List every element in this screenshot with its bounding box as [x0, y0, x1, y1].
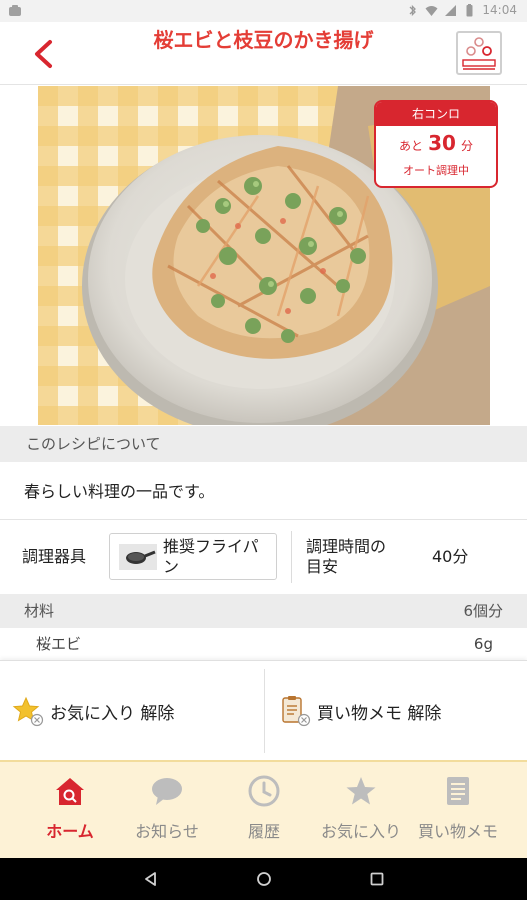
remaining-prefix: あと — [398, 139, 423, 153]
back-button[interactable] — [24, 34, 64, 74]
tab-shopping-memo[interactable]: 買い物メモ — [408, 762, 508, 858]
remaining-minutes: 30 — [428, 131, 456, 155]
shopping-memo-remove-icon — [282, 696, 311, 727]
ingredients-title: 材料 — [24, 602, 55, 620]
remaining-time: あと 30 分 — [376, 126, 496, 162]
favorite-remove-icon — [12, 696, 44, 727]
bottom-tab-bar: ホーム お知らせ 履歴 お気に入り 買い物メモ — [0, 760, 527, 858]
ingredient-amount: 6g — [473, 635, 493, 653]
recommended-pan-label: 推奨フライパン — [163, 537, 259, 576]
ingredient-row: 桜エビ 6g — [0, 628, 527, 660]
tab-favorites[interactable]: お気に入り — [311, 762, 411, 858]
remove-favorite-label: お気に入り 解除 — [50, 703, 175, 724]
tab-favorites-label: お気に入り — [320, 822, 401, 841]
bluetooth-icon — [409, 4, 417, 16]
notification-icon — [9, 5, 21, 16]
cooking-time-label: 調理時間の目安 — [306, 537, 387, 576]
about-description: 春らしい料理の一品です。 — [0, 462, 527, 520]
app-header: 桜エビと枝豆のかき揚げ — [0, 22, 527, 85]
recommended-pan-button[interactable]: 推奨フライパン — [109, 533, 277, 580]
ingredients-servings: 6個分 — [463, 602, 503, 620]
cooktop-status-button[interactable] — [456, 31, 502, 75]
ingredient-name: 桜エビ — [36, 635, 82, 653]
remove-shopping-memo-label: 買い物メモ 解除 — [317, 703, 442, 724]
remove-favorite-button[interactable]: お気に入り 解除 — [0, 661, 264, 761]
home-icon — [56, 778, 84, 805]
ingredients-heading: 材料 6個分 — [0, 594, 527, 628]
tab-shopping-memo-label: 買い物メモ — [417, 822, 498, 841]
burner-label: 右コンロ — [376, 102, 496, 126]
about-heading: このレシピについて — [0, 426, 527, 462]
tab-home[interactable]: ホーム — [20, 762, 120, 858]
signal-icon — [445, 4, 457, 16]
remove-shopping-memo-button[interactable]: 買い物メモ 解除 — [265, 661, 527, 761]
remaining-unit: 分 — [461, 139, 474, 153]
tab-history-label: 履歴 — [247, 822, 280, 841]
action-bar: お気に入り 解除 買い物メモ 解除 — [0, 660, 527, 760]
status-bar: 14:04 — [0, 0, 527, 22]
divider — [291, 531, 292, 583]
frying-pan-icon — [119, 544, 157, 570]
memo-icon — [447, 777, 469, 805]
cooking-time-value: 40分 — [432, 547, 469, 566]
wifi-icon — [425, 5, 438, 16]
cooktop-icon — [462, 37, 496, 70]
page-title: 桜エビと枝豆のかき揚げ — [153, 28, 374, 52]
home-circle-icon[interactable] — [254, 869, 274, 889]
auto-cooking-timer-badge: 右コンロ あと 30 分 オート調理中 — [374, 100, 498, 188]
back-triangle-icon[interactable] — [141, 869, 161, 889]
speech-bubble-icon — [152, 778, 182, 805]
recents-square-icon[interactable] — [367, 869, 387, 889]
tab-news[interactable]: お知らせ — [117, 762, 217, 858]
star-icon — [346, 777, 376, 805]
cookware-label: 調理器具 — [22, 547, 87, 566]
tab-news-label: お知らせ — [135, 822, 199, 841]
battery-icon — [466, 3, 473, 16]
chevron-left-icon — [35, 40, 52, 68]
tab-home-label: ホーム — [46, 822, 94, 841]
cooking-status: オート調理中 — [403, 164, 469, 177]
status-time: 14:04 — [482, 3, 517, 17]
tab-history[interactable]: 履歴 — [214, 762, 314, 858]
system-nav-bar — [0, 858, 527, 900]
clock-icon — [248, 775, 280, 807]
cookware-row: 調理器具 推奨フライパン 調理時間の目安 40分 — [0, 521, 527, 593]
